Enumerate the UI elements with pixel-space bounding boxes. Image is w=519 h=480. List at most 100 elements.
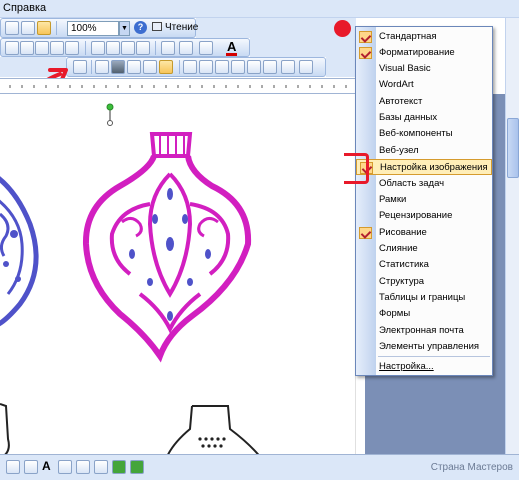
border-icon[interactable] xyxy=(161,41,175,55)
menu-item-reviewing[interactable]: Рецензирование xyxy=(356,208,492,224)
picture-toolbar xyxy=(66,57,326,77)
font-color-swatch xyxy=(226,53,237,56)
menu-item-customize[interactable]: Настройка... xyxy=(356,359,492,375)
brightness-icon[interactable] xyxy=(127,60,141,74)
vertical-scrollbar[interactable] xyxy=(505,18,519,454)
font-color-bottom-icon[interactable]: A xyxy=(42,459,51,473)
menu-item-web-components[interactable]: Веб-компоненты xyxy=(356,126,492,142)
menu-item-controls[interactable]: Элементы управления xyxy=(356,339,492,355)
horizontal-ruler[interactable] xyxy=(0,78,355,94)
arrow-style-icon[interactable] xyxy=(94,460,108,474)
toolbar-options-icon[interactable] xyxy=(299,60,313,74)
line-weight-icon[interactable] xyxy=(58,460,72,474)
decrease-indent-icon[interactable] xyxy=(121,41,135,55)
align-left-icon[interactable] xyxy=(5,41,19,55)
document-canvas xyxy=(0,94,355,454)
menu-item-standard[interactable]: Стандартная xyxy=(356,29,492,45)
read-mode-label: Чтение xyxy=(165,22,199,33)
align-right-icon[interactable] xyxy=(35,41,49,55)
menu-item-label: Структура xyxy=(379,276,425,287)
format-picture-icon[interactable] xyxy=(231,60,245,74)
read-mode-button[interactable]: Чтение xyxy=(150,20,198,36)
menu-item-web-site[interactable]: Веб-узел xyxy=(356,143,492,159)
menu-item-label: Настройка изображения xyxy=(380,162,488,173)
menu-item-drawing[interactable]: Рисование xyxy=(356,225,492,241)
menu-item-label: Visual Basic xyxy=(379,63,431,74)
checkmark-icon xyxy=(359,227,372,239)
menu-item-email[interactable]: Электронная почта xyxy=(356,323,492,339)
contrast-icon[interactable] xyxy=(111,60,125,74)
menu-item-mail-merge[interactable]: Слияние xyxy=(356,241,492,257)
menu-item-label: Автотекст xyxy=(379,96,423,107)
toolbar-background xyxy=(250,38,355,57)
menu-item-visual-basic[interactable]: Visual Basic xyxy=(356,61,492,77)
increase-indent-icon[interactable] xyxy=(136,41,150,55)
menu-item-picture-settings[interactable]: Настройка изображения xyxy=(356,159,492,175)
menu-item-tables-borders[interactable]: Таблицы и границы xyxy=(356,290,492,306)
insert-picture-icon[interactable] xyxy=(73,60,87,74)
menu-item-outline[interactable]: Структура xyxy=(356,274,492,290)
checkmark-icon xyxy=(359,31,372,43)
highlight-icon[interactable] xyxy=(179,41,193,55)
watermark-text: Страна Мастеров xyxy=(430,462,513,473)
toolbar-background xyxy=(326,57,356,77)
menu-item-databases[interactable]: Базы данных xyxy=(356,110,492,126)
compress-icon[interactable] xyxy=(199,60,213,74)
menu-item-label: Рисование xyxy=(379,227,427,238)
menu-item-autotext[interactable]: Автотекст xyxy=(356,94,492,110)
menu-item-label: Область задач xyxy=(379,178,445,189)
book-icon xyxy=(152,22,162,31)
draw-line-icon[interactable] xyxy=(6,460,20,474)
line-spacing-icon[interactable] xyxy=(65,41,79,55)
menu-help[interactable]: Справка xyxy=(3,2,46,14)
toolbar-separator xyxy=(85,41,86,55)
shading-icon[interactable] xyxy=(199,41,213,55)
reset-picture-icon[interactable] xyxy=(263,60,277,74)
menu-item-label: WordArt xyxy=(379,79,414,90)
scroll-thumb[interactable] xyxy=(507,118,519,178)
rotate-icon[interactable] xyxy=(159,60,173,74)
toolbar-separator xyxy=(91,60,92,74)
menu-item-label: Веб-узел xyxy=(379,145,419,156)
shadow-icon[interactable] xyxy=(112,460,126,474)
ruler-ticks xyxy=(9,85,347,88)
menu-item-task-pane[interactable]: Область задач xyxy=(356,176,492,192)
zoom-input[interactable]: 100% xyxy=(67,21,119,36)
dash-style-icon[interactable] xyxy=(76,460,90,474)
align-center-icon[interactable] xyxy=(20,41,34,55)
menu-item-label: Элементы управления xyxy=(379,341,480,352)
justify-icon[interactable] xyxy=(50,41,64,55)
checkmark-icon xyxy=(359,47,372,59)
zoom-dropdown-icon[interactable]: ▼ xyxy=(119,21,130,36)
toolbar-background xyxy=(196,18,356,38)
menu-item-forms[interactable]: Формы xyxy=(356,306,492,322)
toolbar-separator xyxy=(179,60,180,74)
red-dot-annotation xyxy=(334,20,351,37)
research-icon[interactable] xyxy=(37,21,51,35)
menu-item-label: Рецензирование xyxy=(379,210,453,221)
menu-item-label: Стандартная xyxy=(379,31,437,42)
transparent-color-icon[interactable] xyxy=(247,60,261,74)
menu-item-label: Таблицы и границы xyxy=(379,292,466,303)
pencil-icon[interactable] xyxy=(281,60,295,74)
menu-item-wordart[interactable]: WordArt xyxy=(356,77,492,93)
crop-icon[interactable] xyxy=(143,60,157,74)
color-icon[interactable] xyxy=(95,60,109,74)
menu-item-frames[interactable]: Рамки xyxy=(356,192,492,208)
draw-arrow-icon[interactable] xyxy=(24,460,38,474)
text-wrap-icon[interactable] xyxy=(215,60,229,74)
menu-item-formatting[interactable]: Форматирование xyxy=(356,45,492,61)
menu-item-label: Настройка... xyxy=(379,361,434,372)
menu-item-label: Веб-компоненты xyxy=(379,128,453,139)
toolbar-separator xyxy=(56,21,57,35)
menu-item-statistics[interactable]: Статистика xyxy=(356,257,492,273)
help-icon[interactable]: ? xyxy=(134,21,147,34)
preview-icon[interactable] xyxy=(21,21,35,35)
line-style-icon[interactable] xyxy=(183,60,197,74)
menu-separator xyxy=(378,356,490,357)
font-color-icon[interactable]: A xyxy=(227,39,236,54)
3d-icon[interactable] xyxy=(130,460,144,474)
print-icon[interactable] xyxy=(5,21,19,35)
numbering-icon[interactable] xyxy=(91,41,105,55)
bullets-icon[interactable] xyxy=(106,41,120,55)
